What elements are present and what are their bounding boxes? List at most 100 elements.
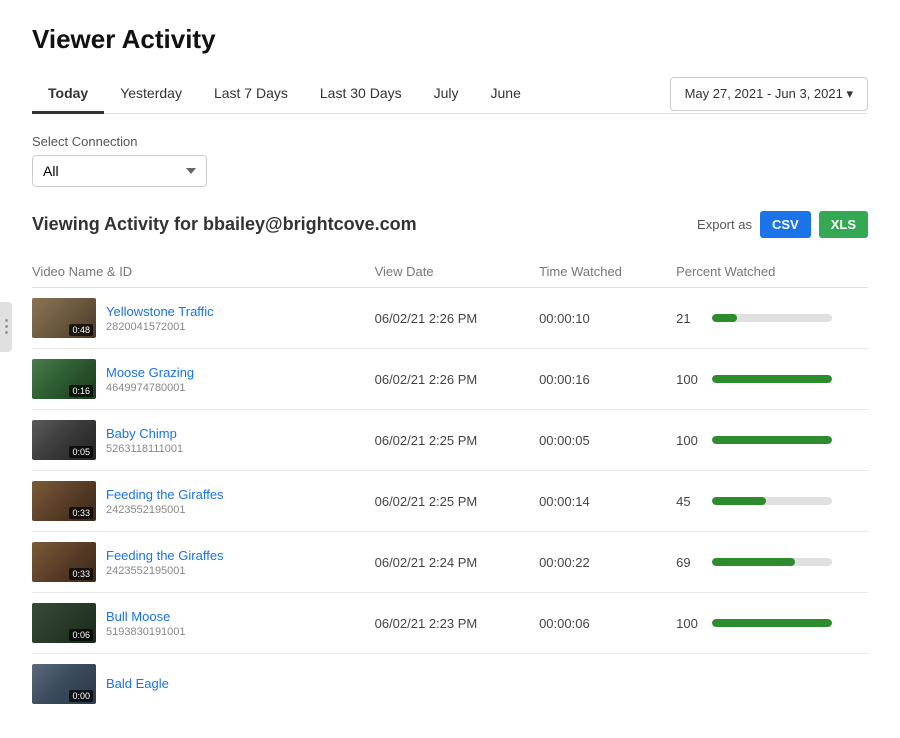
video-cell: 0:00 Bald Eagle <box>32 664 375 704</box>
table-header: Video Name & ID View Date Time Watched P… <box>32 256 868 288</box>
percent-cell: 100 <box>676 616 868 631</box>
percent-number: 100 <box>676 372 704 387</box>
progress-bar-fill <box>712 314 737 322</box>
table-row: 0:48 Yellowstone Traffic 2820041572001 0… <box>32 288 868 349</box>
progress-bar-fill <box>712 619 832 627</box>
video-cell: 0:06 Bull Moose 5193830191001 <box>32 603 375 643</box>
sidebar-handle[interactable] <box>0 302 12 352</box>
percent-number: 69 <box>676 555 704 570</box>
video-id: 5263118111001 <box>106 443 183 455</box>
col-header-percent: Percent Watched <box>676 264 868 279</box>
table-row: 0:16 Moose Grazing 4649974780001 06/02/2… <box>32 349 868 410</box>
video-duration: 0:33 <box>69 568 93 580</box>
video-id: 2423552195001 <box>106 504 224 516</box>
percent-number: 100 <box>676 616 704 631</box>
video-cell: 0:33 Feeding the Giraffes 2423552195001 <box>32 542 375 582</box>
csv-button[interactable]: CSV <box>760 211 811 238</box>
video-duration: 0:48 <box>69 324 93 336</box>
video-name[interactable]: Feeding the Giraffes <box>106 487 224 502</box>
video-id: 5193830191001 <box>106 626 186 638</box>
time-watched: 00:00:05 <box>539 433 676 448</box>
video-name[interactable]: Bull Moose <box>106 609 186 624</box>
tab-last-7-days[interactable]: Last 7 Days <box>198 75 304 114</box>
percent-cell: 45 <box>676 494 868 509</box>
progress-bar-fill <box>712 497 766 505</box>
view-date: 06/02/21 2:26 PM <box>375 311 539 326</box>
progress-bar-fill <box>712 375 832 383</box>
video-thumbnail: 0:16 <box>32 359 96 399</box>
percent-cell: 100 <box>676 372 868 387</box>
col-header-date: View Date <box>375 264 539 279</box>
connection-section: Select Connection All Connection 1 Conne… <box>32 134 868 187</box>
time-watched: 00:00:06 <box>539 616 676 631</box>
video-name[interactable]: Yellowstone Traffic <box>106 304 214 319</box>
video-cell: 0:33 Feeding the Giraffes 2423552195001 <box>32 481 375 521</box>
activity-table: Video Name & ID View Date Time Watched P… <box>32 256 868 714</box>
view-date: 06/02/21 2:26 PM <box>375 372 539 387</box>
video-thumbnail: 0:06 <box>32 603 96 643</box>
percent-cell: 21 <box>676 311 868 326</box>
table-body: 0:48 Yellowstone Traffic 2820041572001 0… <box>32 288 868 714</box>
progress-bar-bg <box>712 314 832 322</box>
progress-bar-bg <box>712 619 832 627</box>
connection-select[interactable]: All Connection 1 Connection 2 <box>32 155 207 187</box>
tabs-list: TodayYesterdayLast 7 DaysLast 30 DaysJul… <box>32 75 670 113</box>
video-id: 2820041572001 <box>106 321 214 333</box>
video-name[interactable]: Feeding the Giraffes <box>106 548 224 563</box>
view-date: 06/02/21 2:24 PM <box>375 555 539 570</box>
video-cell: 0:05 Baby Chimp 5263118111001 <box>32 420 375 460</box>
percent-cell: 100 <box>676 433 868 448</box>
video-duration: 0:16 <box>69 385 93 397</box>
video-duration: 0:05 <box>69 446 93 458</box>
progress-bar-bg <box>712 558 832 566</box>
table-row: 0:06 Bull Moose 5193830191001 06/02/21 2… <box>32 593 868 654</box>
video-cell: 0:48 Yellowstone Traffic 2820041572001 <box>32 298 375 338</box>
video-name[interactable]: Baby Chimp <box>106 426 183 441</box>
export-section: Export as CSV XLS <box>697 211 868 238</box>
tab-june[interactable]: June <box>475 75 537 114</box>
xls-button[interactable]: XLS <box>819 211 868 238</box>
date-range-button[interactable]: May 27, 2021 - Jun 3, 2021 ▾ <box>670 77 868 111</box>
view-date: 06/02/21 2:25 PM <box>375 494 539 509</box>
video-name[interactable]: Bald Eagle <box>106 676 169 691</box>
viewing-title: Viewing Activity for bbailey@brightcove.… <box>32 214 417 235</box>
time-watched: 00:00:16 <box>539 372 676 387</box>
video-thumbnail: 0:48 <box>32 298 96 338</box>
video-cell: 0:16 Moose Grazing 4649974780001 <box>32 359 375 399</box>
progress-bar-fill <box>712 558 795 566</box>
time-watched: 00:00:10 <box>539 311 676 326</box>
table-row: 0:00 Bald Eagle <box>32 654 868 714</box>
tab-yesterday[interactable]: Yesterday <box>104 75 198 114</box>
view-date: 06/02/21 2:23 PM <box>375 616 539 631</box>
time-watched: 00:00:22 <box>539 555 676 570</box>
percent-number: 21 <box>676 311 704 326</box>
tabs-bar: TodayYesterdayLast 7 DaysLast 30 DaysJul… <box>32 75 868 114</box>
view-date: 06/02/21 2:25 PM <box>375 433 539 448</box>
tab-last-30-days[interactable]: Last 30 Days <box>304 75 418 114</box>
progress-bar-bg <box>712 436 832 444</box>
video-thumbnail: 0:00 <box>32 664 96 704</box>
export-label: Export as <box>697 217 752 232</box>
progress-bar-fill <box>712 436 832 444</box>
time-watched: 00:00:14 <box>539 494 676 509</box>
percent-number: 45 <box>676 494 704 509</box>
video-id: 4649974780001 <box>106 382 194 394</box>
tab-today[interactable]: Today <box>32 75 104 114</box>
video-name[interactable]: Moose Grazing <box>106 365 194 380</box>
video-duration: 0:33 <box>69 507 93 519</box>
progress-bar-bg <box>712 497 832 505</box>
page-title: Viewer Activity <box>32 24 868 55</box>
video-thumbnail: 0:33 <box>32 481 96 521</box>
percent-cell: 69 <box>676 555 868 570</box>
percent-number: 100 <box>676 433 704 448</box>
table-row: 0:05 Baby Chimp 5263118111001 06/02/21 2… <box>32 410 868 471</box>
col-header-time: Time Watched <box>539 264 676 279</box>
table-row: 0:33 Feeding the Giraffes 2423552195001 … <box>32 532 868 593</box>
connection-label: Select Connection <box>32 134 868 149</box>
tab-july[interactable]: July <box>418 75 475 114</box>
video-duration: 0:06 <box>69 629 93 641</box>
col-header-video: Video Name & ID <box>32 264 375 279</box>
table-row: 0:33 Feeding the Giraffes 2423552195001 … <box>32 471 868 532</box>
video-duration: 0:00 <box>69 690 93 702</box>
video-thumbnail: 0:05 <box>32 420 96 460</box>
